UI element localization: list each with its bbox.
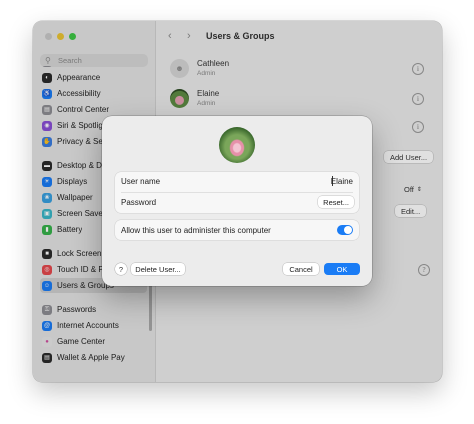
username-label: User name xyxy=(121,177,161,186)
lotus-icon[interactable] xyxy=(219,127,255,163)
admin-permission-label: Allow this user to administer this compu… xyxy=(121,226,271,235)
cancel-button[interactable]: Cancel xyxy=(283,263,319,275)
password-label: Password xyxy=(121,198,157,207)
admin-permission-row: Allow this user to administer this compu… xyxy=(115,220,359,240)
divider xyxy=(121,192,353,193)
account-fields: User name Elaine Password Reset... xyxy=(115,172,359,213)
admin-toggle[interactable] xyxy=(337,225,353,235)
edit-user-dialog: User name Elaine Password Reset... Allow… xyxy=(102,116,372,286)
username-field[interactable]: Elaine xyxy=(331,177,353,186)
ok-button[interactable]: OK xyxy=(324,263,360,275)
delete-user-button[interactable]: Delete User... xyxy=(131,263,185,275)
reset-password-button[interactable]: Reset... xyxy=(318,196,354,208)
toggle-knob xyxy=(344,226,352,234)
help-button[interactable]: ? xyxy=(115,263,127,275)
